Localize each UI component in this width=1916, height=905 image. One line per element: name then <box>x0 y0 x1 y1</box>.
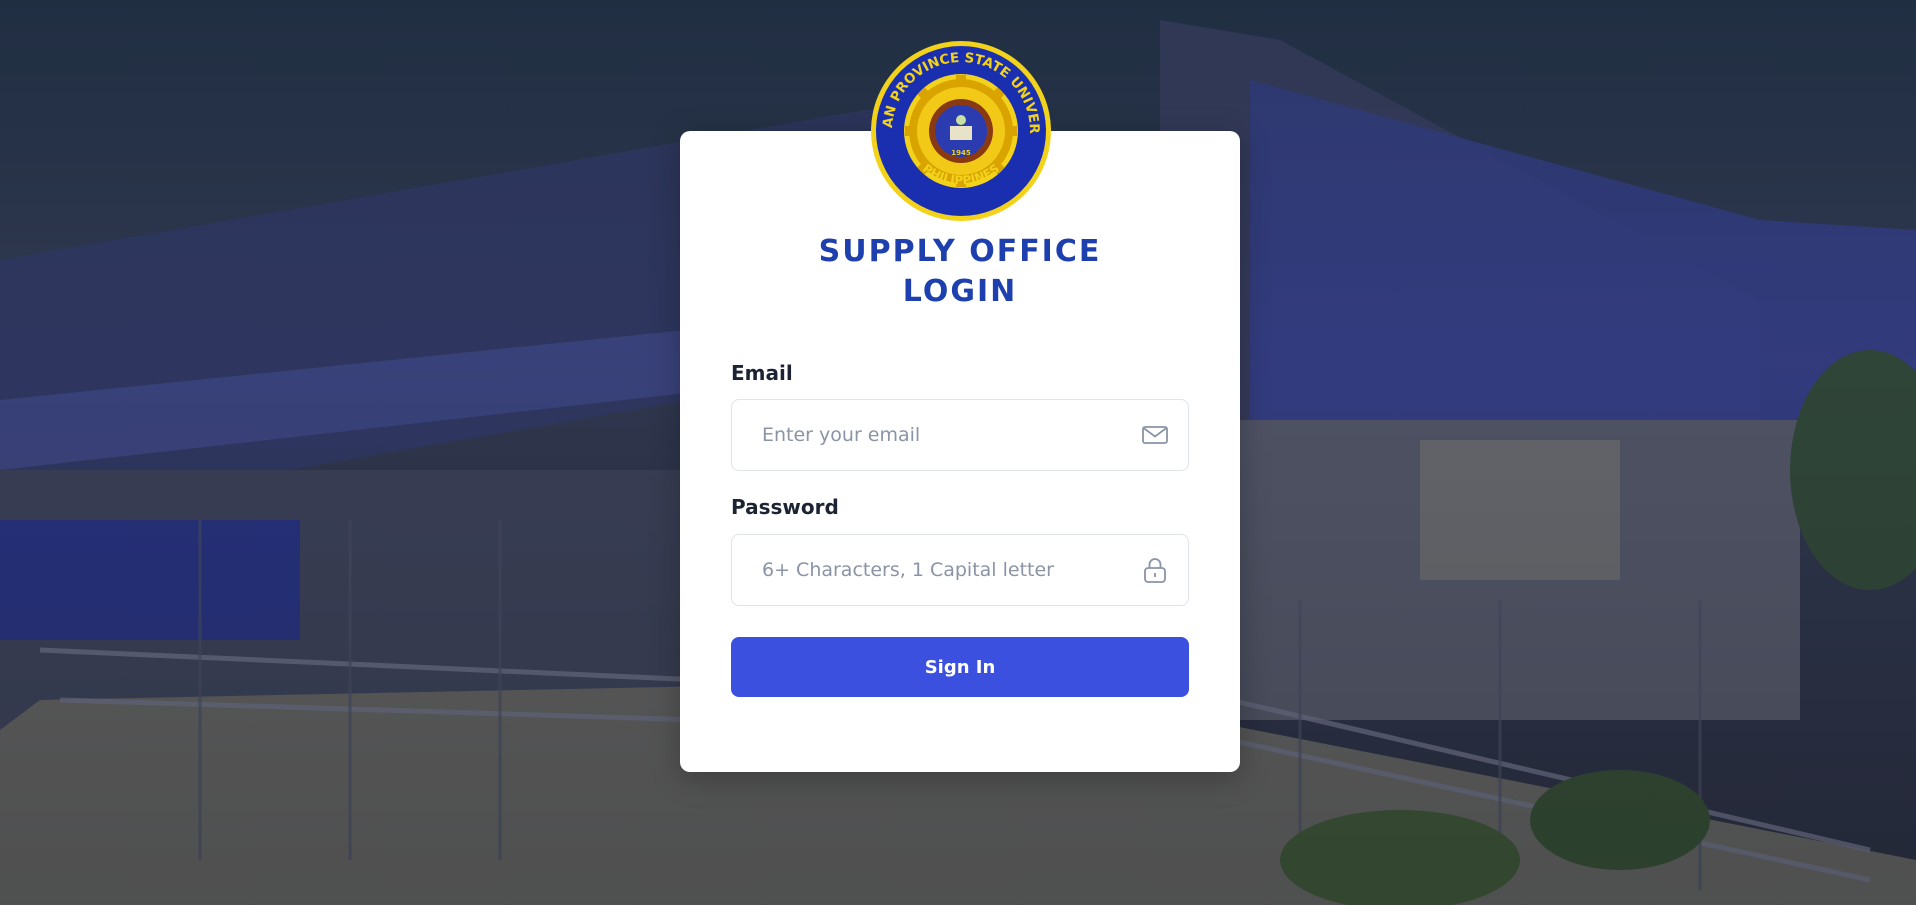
login-title: SUPPLY OFFICE LOGIN <box>680 232 1240 312</box>
password-input[interactable] <box>732 535 1188 605</box>
lock-icon <box>1141 556 1169 584</box>
university-seal-logo: 1945 BILIRAN PROVINCE STATE UNIVERSITY P… <box>864 26 1052 224</box>
email-field-wrapper <box>731 399 1189 471</box>
email-input[interactable] <box>732 400 1188 470</box>
password-field-wrapper <box>731 534 1189 606</box>
password-label: Password <box>731 495 839 519</box>
email-label: Email <box>731 361 793 385</box>
svg-text:1945: 1945 <box>951 149 971 157</box>
sign-in-button[interactable]: Sign In <box>731 637 1189 697</box>
mail-icon <box>1141 421 1169 449</box>
title-line-1: SUPPLY OFFICE <box>818 234 1102 269</box>
title-line-2: LOGIN <box>902 274 1018 309</box>
